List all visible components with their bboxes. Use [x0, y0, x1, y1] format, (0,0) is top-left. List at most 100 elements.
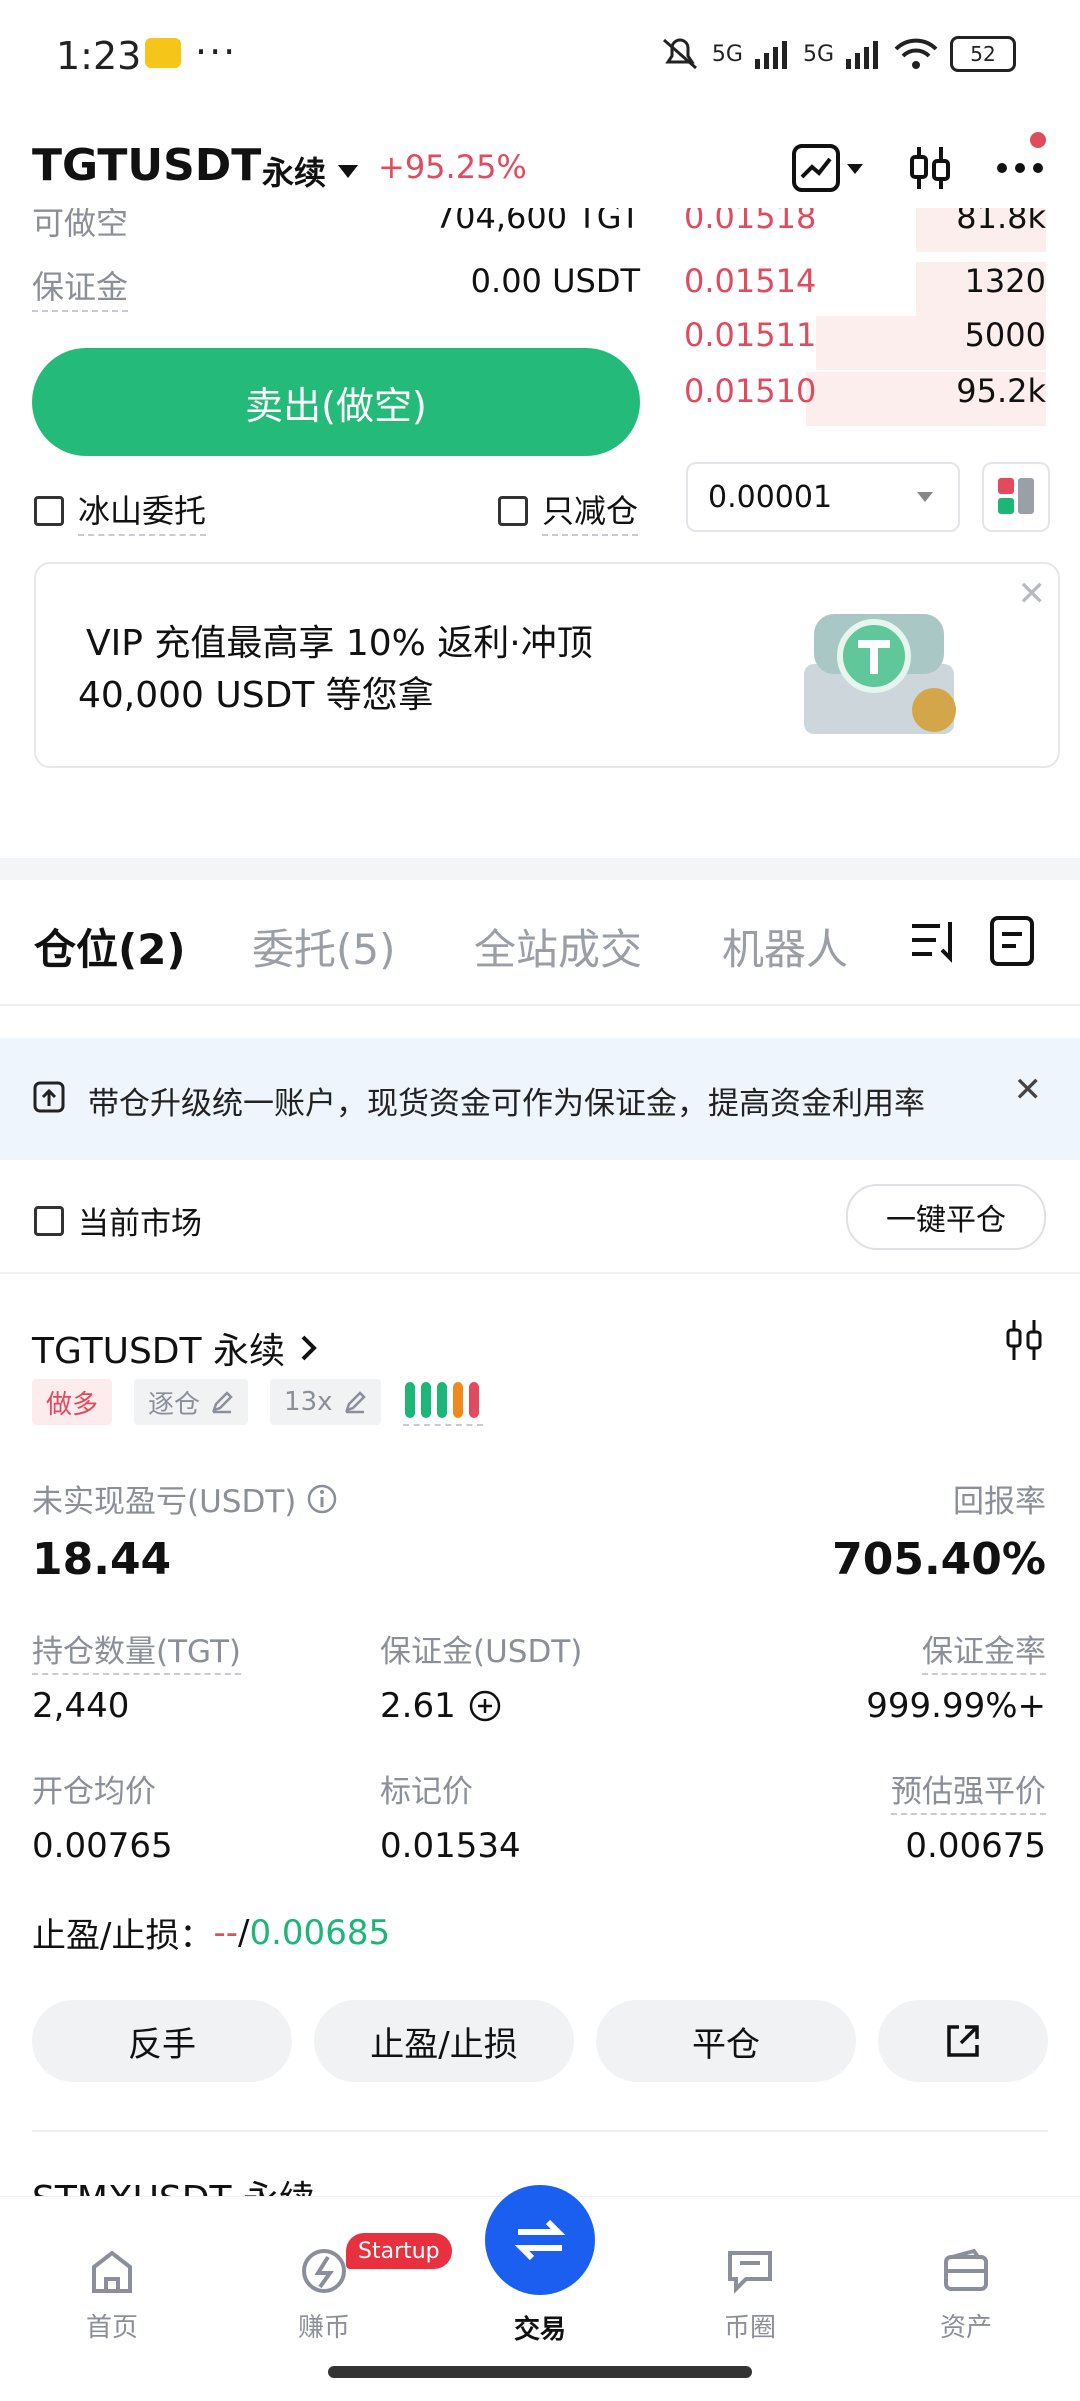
leverage-tag[interactable]: 13x [270, 1379, 381, 1425]
candlestick-button[interactable] [900, 138, 960, 198]
notification-dot [1030, 132, 1046, 148]
reverse-button[interactable]: 反手 [32, 2000, 292, 2082]
mark-price-label: 标记价 [380, 1774, 473, 1810]
positions-filter-bar: 当前市场 一键平仓 [0, 1160, 1080, 1274]
more-notifications-icon: ··· [195, 30, 238, 74]
notice-text: 带仓升级统一账户，现货资金可作为保证金，提高资金利用率 [88, 1086, 925, 1122]
quantity-value: 2,440 [32, 1686, 130, 1726]
sort-icon[interactable] [908, 916, 960, 966]
available-short-value: 704,600 TGT [434, 208, 640, 236]
risk-level-icon[interactable] [402, 1378, 483, 1426]
tab-bots[interactable]: 机器人 [722, 916, 848, 977]
ask-size: 5000 [964, 316, 1046, 354]
promo-close-icon[interactable]: ✕ [1018, 574, 1047, 614]
position-symbol-link[interactable]: TGTUSDT 永续 [32, 1322, 319, 1374]
sell-short-button[interactable]: 卖出(做空) [32, 348, 640, 456]
wifi-icon [894, 38, 938, 69]
liq-price-label: 预估强平价 [891, 1766, 1046, 1815]
close-all-button[interactable]: 一键平仓 [846, 1184, 1046, 1250]
position-divider [32, 2130, 1048, 2132]
position-margin-value: 2.61 [380, 1686, 456, 1726]
ask-price: 0.01511 [684, 316, 817, 354]
ask-size: 81.8k [956, 208, 1046, 236]
position-margin: 2.61 [380, 1686, 502, 1726]
current-market-checkbox[interactable] [34, 1205, 64, 1236]
nav-community[interactable]: 币圈 [690, 2245, 810, 2344]
positions-tabs: 仓位(2) 委托(5) 全站成交 机器人 [0, 880, 1080, 1006]
tab-market-trades[interactable]: 全站成交 [474, 916, 642, 977]
reduce-only-checkbox[interactable] [498, 496, 528, 526]
iceberg-checkbox[interactable] [34, 496, 64, 526]
more-icon [997, 163, 1043, 173]
pair-title[interactable]: TGTUSDT [32, 140, 261, 191]
margin-ratio-value: 999.99%+ [866, 1686, 1046, 1726]
history-document-icon[interactable] [988, 914, 1036, 968]
stop-loss-value: 0.00685 [249, 1912, 391, 1953]
iceberg-label: 冰山委托 [78, 486, 207, 536]
liq-price-value: 0.00675 [905, 1826, 1046, 1866]
orderbook-row-1[interactable]: 保证金 0.00 USDT 0.01514 1320 [0, 262, 1080, 316]
available-short-label: 可做空 [32, 208, 129, 242]
mute-icon [662, 38, 697, 70]
nav-home[interactable]: 首页 [52, 2245, 172, 2344]
promo-banner[interactable]: VIP 充值最高享 10% 返利·冲顶 40,000 USDT 等您拿 ✕ [34, 562, 1060, 768]
reduce-only-option[interactable]: 只减仓 [498, 486, 639, 536]
usdt-chest-icon [804, 614, 956, 734]
tab-positions[interactable]: 仓位(2) [34, 916, 186, 977]
ask-price: 0.01518 [684, 208, 817, 236]
unrealized-pnl-label: 未实现盈亏(USDT) [32, 1484, 297, 1520]
contract-type-selector[interactable]: 永续 [262, 148, 360, 194]
tick-size-select[interactable]: 0.00001 [686, 462, 960, 532]
network-label-2: 5G [802, 41, 834, 67]
next-position-symbol: STMXUSDT 永续 [32, 2176, 315, 2196]
nav-community-label: 币圈 [723, 2313, 776, 2343]
edit-icon [212, 1391, 233, 1414]
reduce-only-label: 只减仓 [542, 486, 639, 536]
status-bar: 1:23 ··· 5G 5G 52 [0, 0, 1080, 120]
signal-icon-2 [846, 41, 878, 69]
tpsl-row: 止盈/止损： -- / 0.00685 [32, 1908, 390, 1957]
nav-home-label: 首页 [85, 2313, 138, 2343]
earn-icon [302, 2249, 346, 2293]
ask-price: 0.01514 [684, 262, 817, 300]
add-margin-icon[interactable] [468, 1689, 502, 1723]
promo-line-2: 40,000 USDT 等您拿 [78, 675, 434, 716]
current-market-label: 当前市场 [78, 1206, 202, 1242]
chart-toggle-button[interactable] [786, 138, 846, 198]
position-chart-icon[interactable] [1004, 1318, 1044, 1362]
upgrade-icon [33, 1081, 65, 1113]
margin-value: 0.00 USDT [470, 262, 640, 300]
share-button[interactable] [878, 2000, 1048, 2082]
book-display-toggle[interactable] [982, 462, 1050, 532]
trade-icon [514, 2219, 566, 2261]
current-market-option[interactable]: 当前市场 [34, 1198, 202, 1243]
share-icon [947, 2025, 979, 2057]
trade-header: TGTUSDT 永续 +95.25% [0, 120, 1080, 220]
trade-fab[interactable] [485, 2185, 595, 2295]
tab-orders[interactable]: 委托(5) [252, 916, 396, 977]
orderbook-row-0[interactable]: 可做空 704,600 TGT 0.01518 81.8k [0, 208, 1080, 252]
mail-notification-icon [145, 38, 181, 68]
margin-mode-tag[interactable]: 逐仓 [134, 1379, 249, 1425]
promo-line-1: VIP 充值最高享 10% 返利·冲顶 [86, 623, 593, 664]
side-tag: 做多 [32, 1379, 113, 1425]
line-chart-icon [792, 144, 840, 192]
quantity-label: 持仓数量(TGT) [32, 1626, 241, 1675]
caret-down-icon [917, 492, 933, 502]
upgrade-notice[interactable]: 带仓升级统一账户，现货资金可作为保证金，提高资金利用率 ✕ [0, 1038, 1080, 1160]
iceberg-option[interactable]: 冰山委托 [34, 486, 207, 536]
info-icon[interactable] [306, 1483, 338, 1515]
roe-label: 回报率 [953, 1484, 1046, 1520]
wallet-icon [944, 2248, 988, 2291]
community-icon [728, 2251, 772, 2294]
close-position-button[interactable]: 平仓 [596, 2000, 856, 2082]
tpsl-button[interactable]: 止盈/止损 [314, 2000, 574, 2082]
chevron-right-icon [301, 1335, 317, 1361]
tpsl-label: 止盈/止损： [32, 1916, 214, 1956]
home-indicator[interactable] [328, 2366, 752, 2378]
startup-badge: Startup [346, 2233, 452, 2269]
nav-assets[interactable]: 资产 [906, 2245, 1026, 2344]
notice-close-icon[interactable]: ✕ [1014, 1070, 1043, 1110]
tick-size-value: 0.00001 [708, 479, 833, 515]
promo-text: VIP 充值最高享 10% 返利·冲顶 40,000 USDT 等您拿 [78, 618, 593, 722]
